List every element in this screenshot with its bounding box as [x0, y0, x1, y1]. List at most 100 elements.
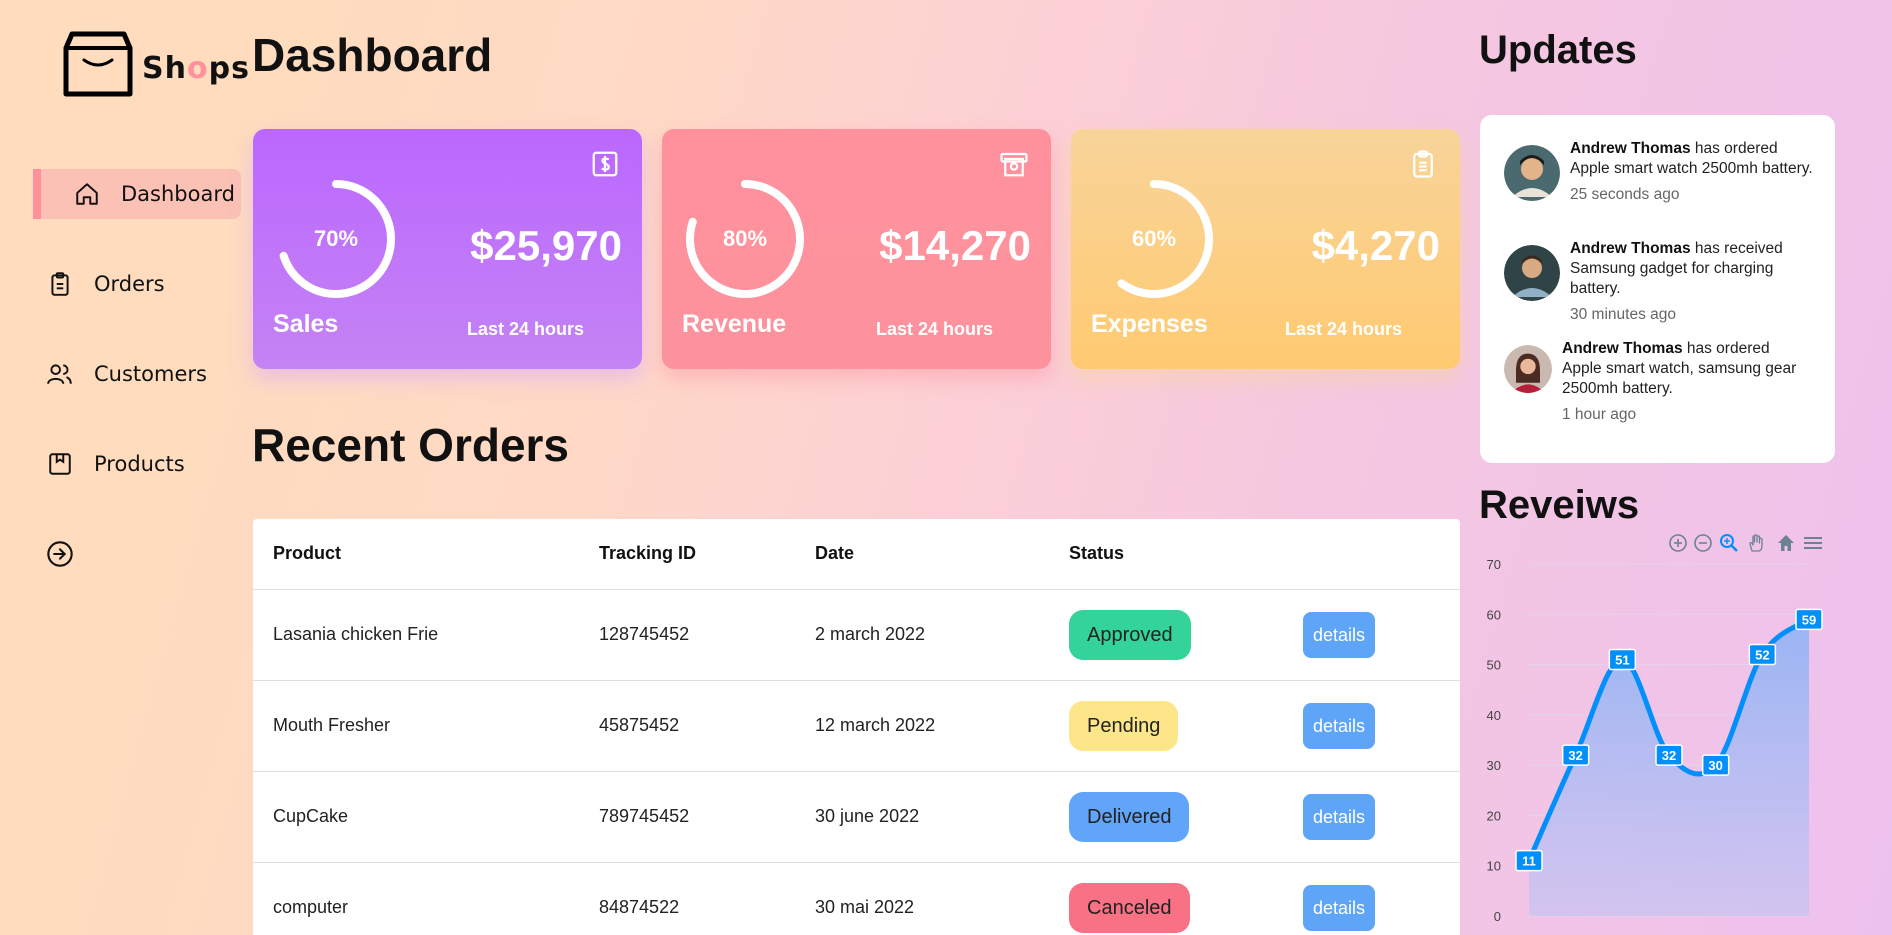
data-label: 59: [1795, 608, 1823, 631]
sign-out-icon: [46, 540, 74, 568]
logo[interactable]: Shops: [62, 28, 250, 100]
sidebar-item-products[interactable]: Products: [33, 439, 241, 489]
svg-text:51: 51: [1615, 653, 1629, 668]
details-button[interactable]: details: [1303, 794, 1375, 840]
sidebar-item-label: Customers: [94, 362, 207, 386]
orders-table: Product Tracking ID Date Status Lasania …: [253, 519, 1460, 935]
expenses-period: Last 24 hours: [1284, 319, 1402, 339]
y-tick-label: 10: [1487, 859, 1501, 874]
revenue-period: Last 24 hours: [875, 319, 993, 339]
sidebar-item-dashboard[interactable]: Dashboard: [33, 169, 241, 219]
table-row[interactable]: CupCake 789745452 30 june 2022 Delivered…: [253, 771, 1460, 862]
brand-highlight: o: [186, 51, 209, 86]
sidebar-item-label: Products: [94, 452, 185, 476]
date-cell: 12 march 2022: [815, 715, 936, 735]
product-cell: CupCake: [273, 806, 349, 826]
status-badge: Canceled: [1069, 883, 1190, 933]
status-badge: Approved: [1069, 610, 1191, 660]
y-tick-label: 60: [1487, 607, 1501, 622]
revenue-card[interactable]: 80% Revenue $14,270 Last 24 hours: [662, 129, 1051, 369]
dollar-icon: [592, 151, 618, 177]
avatar-2-icon: [1504, 245, 1560, 301]
y-tick-label: 0: [1494, 909, 1501, 924]
update-item[interactable]: Andrew Thomas has ordered Apple smart wa…: [1504, 139, 1820, 205]
y-tick-label: 20: [1487, 808, 1501, 823]
svg-text:32: 32: [1568, 748, 1582, 763]
details-button[interactable]: details: [1303, 703, 1375, 749]
brand-name: Shops: [142, 51, 250, 86]
expenses-title: Expenses: [1091, 310, 1208, 338]
svg-text:32: 32: [1662, 748, 1676, 763]
product-cell: computer: [273, 897, 349, 917]
status-badge: Pending: [1069, 701, 1179, 751]
svg-text:30: 30: [1708, 758, 1722, 773]
column-header-product[interactable]: Product: [273, 543, 341, 564]
data-label: 52: [1748, 643, 1777, 666]
package-icon: [46, 450, 74, 478]
date-cell: 30 june 2022: [815, 806, 920, 826]
reviews-chart: 0 10 20 30 40 50 60 70 11 32 51 32 30 52 59: [1487, 557, 1823, 924]
sidebar-item-label: Dashboard: [121, 182, 235, 206]
data-label: 51: [1608, 648, 1637, 671]
home-icon: [73, 180, 101, 208]
date-cell: 2 march 2022: [815, 624, 926, 644]
update-time: 30 minutes ago: [1570, 306, 1676, 323]
brand-suffix: ps: [208, 51, 250, 86]
sales-period: Last 24 hours: [466, 319, 584, 339]
reviews-title: Reveiws: [1479, 483, 1640, 527]
revenue-percent: 80%: [722, 226, 768, 251]
brand-prefix: Sh: [142, 51, 187, 86]
update-user-name: Andrew Thomas: [1570, 240, 1691, 257]
sidebar-item-label: Orders: [94, 272, 165, 296]
details-button[interactable]: details: [1303, 612, 1375, 658]
table-row[interactable]: Lasania chicken Frie 128745452 2 march 2…: [253, 589, 1460, 680]
sales-percent: 70%: [313, 226, 359, 251]
updates-panel: Andrew Thomas has ordered Apple smart wa…: [1480, 115, 1835, 463]
expenses-amount: $4,270: [1311, 222, 1440, 269]
clipboard-icon: [1413, 150, 1433, 178]
logo-box-icon: [63, 31, 133, 97]
update-time: 1 hour ago: [1562, 406, 1637, 423]
data-label: 32: [1561, 744, 1590, 766]
sales-title: Sales: [273, 310, 339, 338]
expenses-card[interactable]: 60% Expenses $4,270 Last 24 hours: [1071, 129, 1460, 369]
avatar-3-icon: [1504, 345, 1552, 393]
tracking-cell: 45875452: [599, 715, 680, 735]
update-time: 25 seconds ago: [1570, 186, 1680, 203]
revenue-amount: $14,270: [879, 222, 1031, 269]
product-cell: Mouth Fresher: [273, 715, 391, 735]
sidebar-item-orders[interactable]: Orders: [33, 259, 241, 309]
column-header-date[interactable]: Date: [815, 543, 854, 564]
update-item[interactable]: Andrew Thomas has received Samsung gadge…: [1504, 239, 1820, 325]
sales-card[interactable]: 70% Sales $25,970 Last 24 hours: [253, 129, 642, 369]
update-user-name: Andrew Thomas: [1562, 340, 1683, 357]
column-header-tracking-id[interactable]: Tracking ID: [599, 543, 696, 564]
y-tick-label: 40: [1487, 708, 1501, 723]
status-badge: Delivered: [1069, 792, 1190, 842]
y-tick-label: 70: [1487, 557, 1501, 572]
table-row[interactable]: computer 84874522 30 mai 2022 Canceled d…: [253, 862, 1460, 935]
date-cell: 30 mai 2022: [815, 897, 915, 917]
tracking-cell: 128745452: [599, 624, 690, 644]
table-row[interactable]: Mouth Fresher 45875452 12 march 2022 Pen…: [253, 680, 1460, 771]
data-label: 30: [1701, 754, 1730, 776]
svg-text:52: 52: [1755, 648, 1769, 663]
sidebar: Shops Dashboard Orders Customers Product…: [0, 0, 250, 935]
updates-title: Updates: [1479, 28, 1637, 72]
data-label: 32: [1655, 744, 1683, 766]
tracking-cell: 84874522: [599, 897, 680, 917]
sidebar-item-customers[interactable]: Customers: [33, 349, 241, 399]
y-tick-label: 30: [1487, 758, 1501, 773]
column-header-status[interactable]: Status: [1069, 543, 1124, 564]
product-cell: Lasania chicken Frie: [273, 624, 439, 644]
revenue-title: Revenue: [682, 310, 787, 338]
update-user-name: Andrew Thomas: [1570, 140, 1691, 157]
page-title: Dashboard: [252, 29, 493, 81]
details-button[interactable]: details: [1303, 885, 1375, 931]
svg-text:59: 59: [1802, 612, 1816, 627]
users-icon: [46, 360, 74, 388]
sidebar-item-signout[interactable]: [33, 529, 241, 579]
y-tick-label: 50: [1487, 658, 1501, 673]
clipboard-icon: [46, 270, 74, 298]
update-item[interactable]: Andrew Thomas has ordered Apple smart wa…: [1504, 339, 1812, 425]
